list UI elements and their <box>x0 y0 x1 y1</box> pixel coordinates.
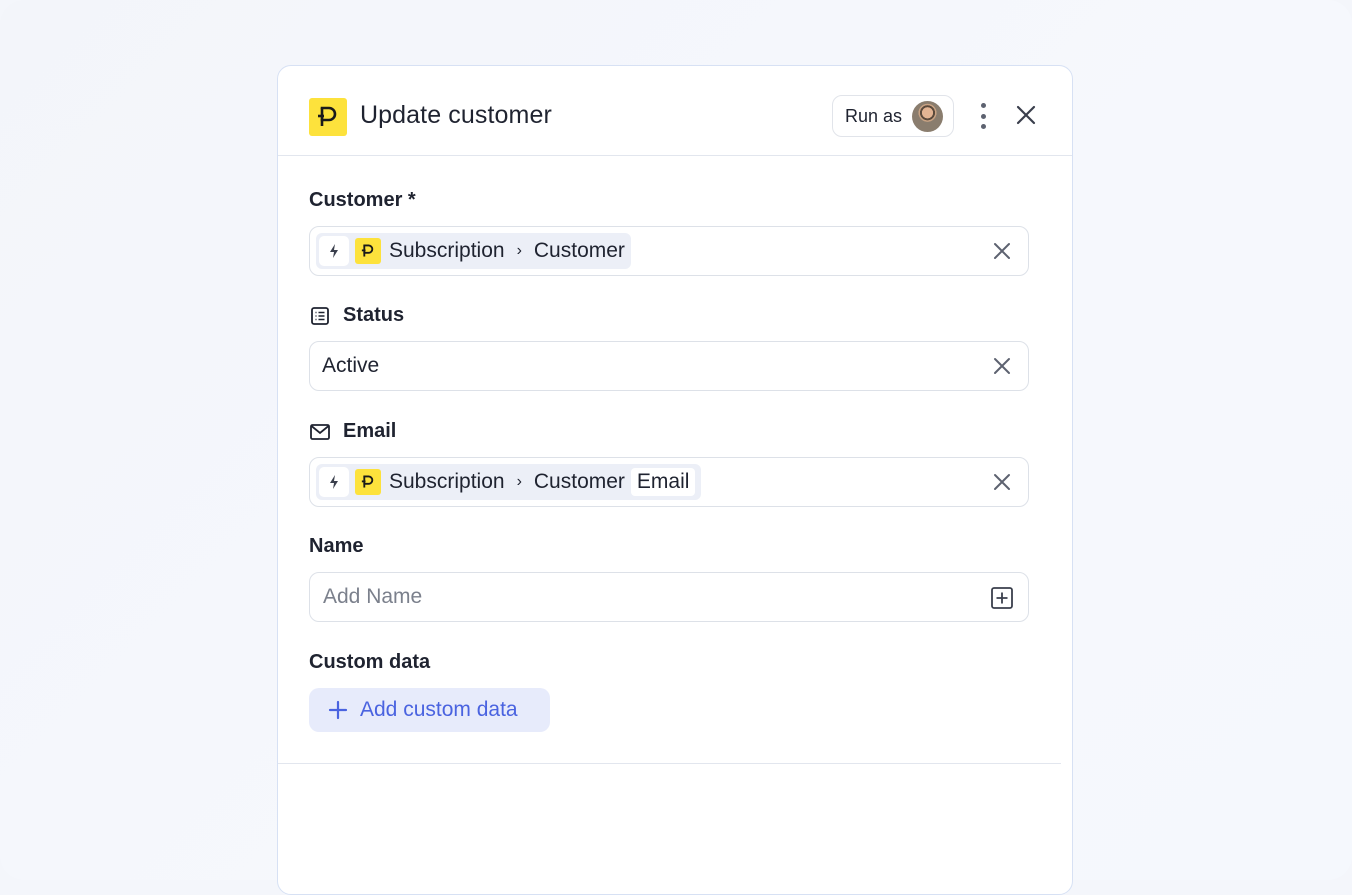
list-icon <box>309 305 331 327</box>
chevron-right-icon: › <box>516 242 522 259</box>
add-custom-data-button[interactable]: Add custom data <box>309 688 550 732</box>
run-as-button[interactable]: Run as <box>832 95 954 137</box>
status-label: Status <box>309 304 404 327</box>
variable-chip[interactable]: Subscription › Customer <box>316 233 631 269</box>
name-label: Name <box>309 535 364 557</box>
bolt-icon <box>319 236 349 266</box>
chip-target: Customer <box>533 470 625 493</box>
chip-target: Customer <box>533 239 625 262</box>
customer-field[interactable]: Subscription › Customer <box>309 226 1029 276</box>
chip-source: Subscription <box>389 470 505 493</box>
app-logo-icon <box>355 469 381 495</box>
chip-sub-field: Email <box>630 468 696 496</box>
kebab-menu-icon[interactable] <box>973 103 993 129</box>
avatar <box>912 101 943 132</box>
clear-icon[interactable] <box>992 472 1012 492</box>
plus-icon <box>328 700 348 720</box>
close-icon[interactable] <box>1014 103 1038 127</box>
app-logo-icon <box>355 238 381 264</box>
email-label: Email <box>309 420 396 443</box>
name-field[interactable]: Add Name <box>309 572 1029 622</box>
run-as-label: Run as <box>845 105 903 126</box>
app-logo-icon <box>309 98 347 136</box>
email-field[interactable]: Subscription › Customer Email <box>309 457 1029 507</box>
chip-source: Subscription <box>389 239 505 262</box>
panel-title: Update customer <box>360 101 552 129</box>
panel-header: Update customer Run as <box>278 66 1072 156</box>
chevron-right-icon: › <box>516 473 522 490</box>
customer-label: Customer * <box>309 189 416 211</box>
mail-icon <box>309 421 331 443</box>
add-custom-data-label: Add custom data <box>360 698 518 721</box>
name-placeholder: Add Name <box>323 585 423 608</box>
update-customer-panel: Update customer Run as Customer * Subscr… <box>277 65 1073 895</box>
custom-data-label: Custom data <box>309 651 431 673</box>
add-variable-icon[interactable] <box>990 586 1014 610</box>
status-value: Active <box>322 354 380 377</box>
status-field[interactable]: Active <box>309 341 1029 391</box>
clear-icon[interactable] <box>992 356 1012 376</box>
clear-icon[interactable] <box>992 241 1012 261</box>
bolt-icon <box>319 467 349 497</box>
divider <box>278 763 1061 764</box>
variable-chip[interactable]: Subscription › Customer Email <box>316 464 702 500</box>
